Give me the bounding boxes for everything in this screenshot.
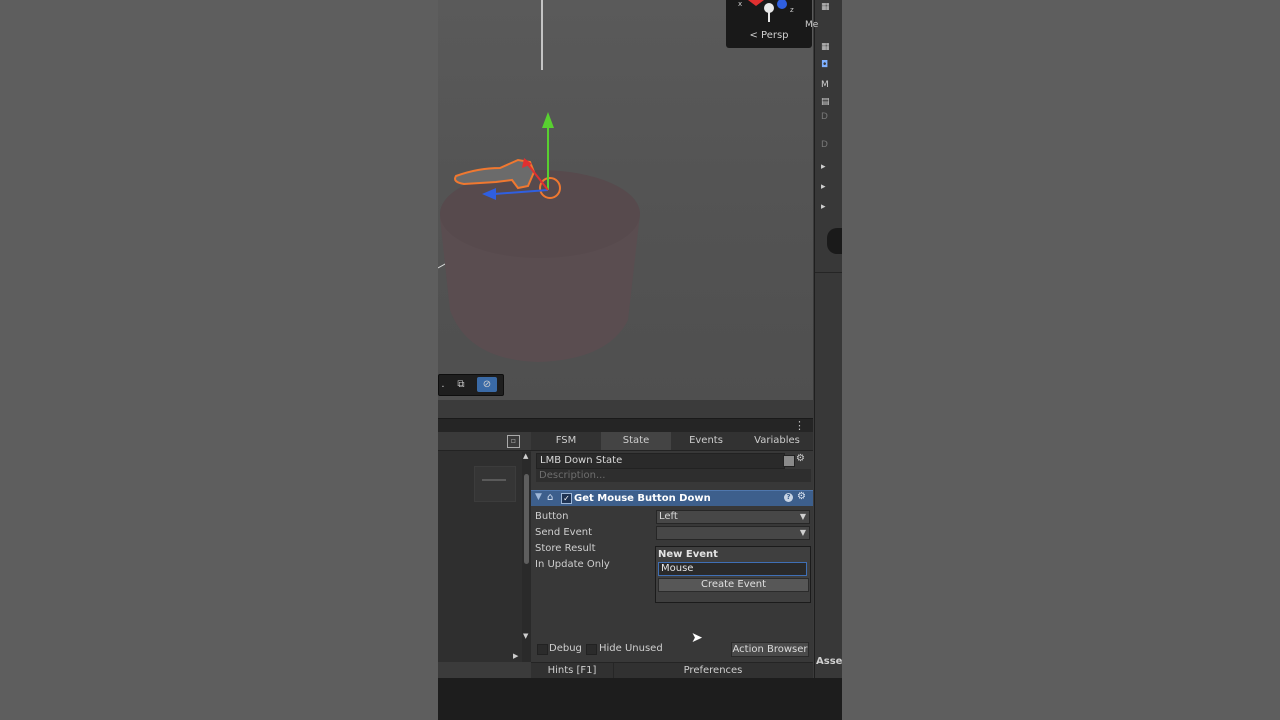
compass-tool-icon[interactable]: ⊘ bbox=[477, 377, 497, 392]
scroll-up-icon[interactable]: ▲ bbox=[523, 452, 528, 460]
chevron-down-icon: ▼ bbox=[799, 528, 806, 537]
action-enabled-checkbox[interactable]: ✓ bbox=[561, 493, 572, 504]
assets-tab-label[interactable]: Asse bbox=[816, 656, 842, 667]
scene-viewport[interactable] bbox=[438, 0, 813, 400]
action-browser-button[interactable]: Action Browser bbox=[731, 642, 809, 657]
scroll-down-icon[interactable]: ▼ bbox=[523, 632, 528, 640]
tab-fsm[interactable]: FSM bbox=[531, 432, 601, 450]
button-dropdown[interactable]: Left ▼ bbox=[656, 510, 810, 524]
foldout-arrow-icon[interactable]: ▸ bbox=[821, 182, 842, 196]
strip-label-1: M bbox=[821, 80, 829, 90]
kebab-menu-icon[interactable]: ⋮ bbox=[794, 419, 805, 432]
strip-divider bbox=[815, 272, 842, 273]
in-update-only-label: In Update Only bbox=[535, 559, 610, 570]
playmaker-state-panel: FSM State Events Variables LMB Down Stat… bbox=[531, 432, 813, 662]
bottom-options-row: Debug Hide Unused Action Browser bbox=[531, 642, 813, 660]
gear-icon[interactable]: ⚙ bbox=[796, 453, 805, 464]
state-color-swatch[interactable] bbox=[783, 455, 795, 467]
scene-view[interactable]: x z < Persp . ⧉ ⊘ bbox=[438, 0, 813, 400]
foldout-arrow-icon[interactable]: ▸ bbox=[821, 202, 842, 216]
tab-variables[interactable]: Variables bbox=[741, 432, 813, 450]
orientation-gizmo[interactable]: x z < Persp bbox=[726, 0, 812, 48]
gear-icon[interactable]: ⚙ bbox=[797, 491, 806, 502]
hide-unused-label: Hide Unused bbox=[599, 643, 663, 654]
strip-label-3: D bbox=[821, 140, 828, 150]
scrollbar-thumb[interactable] bbox=[524, 474, 529, 564]
tab-state[interactable]: State bbox=[601, 432, 671, 450]
chevron-down-icon: ▼ bbox=[799, 512, 806, 521]
inspector-strip: ▦ Me ▦ ◘ M ▤ D D ▸ ▸ ▸ bbox=[805, 0, 842, 680]
strip-label-0: Me bbox=[805, 20, 819, 30]
tab-events[interactable]: Events bbox=[671, 432, 741, 450]
debug-label: Debug bbox=[549, 643, 582, 654]
popup-title: New Event bbox=[658, 549, 718, 560]
send-event-dropdown[interactable]: ▼ bbox=[656, 526, 810, 540]
panel-header: ⋮ bbox=[438, 418, 813, 433]
component-icon[interactable]: ◘ bbox=[821, 60, 842, 74]
state-name-field[interactable]: LMB Down State bbox=[536, 453, 785, 469]
graph-toolbar: ▫ bbox=[438, 432, 531, 451]
create-event-button[interactable]: Create Event bbox=[658, 578, 809, 592]
help-icon[interactable]: ? bbox=[784, 493, 793, 502]
svg-text:x: x bbox=[738, 0, 742, 8]
send-event-label: Send Event bbox=[535, 527, 593, 538]
editor-footer bbox=[438, 678, 842, 720]
grid-icon[interactable]: ▦ bbox=[821, 2, 842, 16]
tab-bar: FSM State Events Variables bbox=[531, 432, 813, 451]
hints-bar: Hints [F1] Preferences bbox=[531, 662, 813, 679]
left-letterbox bbox=[0, 0, 438, 720]
new-event-popup: New Event Mouse Create Event bbox=[655, 546, 811, 603]
graph-scrollbar[interactable]: ▲ ▼ bbox=[522, 452, 531, 662]
foldout-arrow-icon[interactable]: ▼ bbox=[535, 492, 542, 502]
svg-text:z: z bbox=[790, 6, 794, 14]
graph-state-node[interactable] bbox=[474, 466, 516, 502]
right-letterbox bbox=[842, 0, 1280, 720]
hide-unused-checkbox[interactable] bbox=[586, 644, 597, 655]
camera-tool-icon[interactable]: ⧉ bbox=[451, 377, 471, 392]
y-axis-arrow bbox=[542, 112, 554, 128]
file-icon: ▤ bbox=[821, 97, 830, 107]
foldout-arrow-icon[interactable]: ▸ bbox=[821, 162, 842, 176]
persp-label[interactable]: < Persp bbox=[726, 30, 812, 41]
debug-checkbox[interactable] bbox=[537, 644, 548, 655]
graph-settings-icon[interactable]: ▫ bbox=[507, 435, 520, 448]
mouse-icon: ⌂ bbox=[547, 492, 554, 503]
hints-button[interactable]: Hints [F1] bbox=[531, 663, 614, 679]
strip-label-2: D bbox=[821, 112, 828, 122]
fsm-graph-view[interactable]: ▫ ▲ ▼ ▶ bbox=[438, 432, 531, 662]
scene-overlay-toolbar: . ⧉ ⊘ bbox=[438, 374, 504, 396]
description-field[interactable]: Description... bbox=[536, 469, 811, 482]
axis-gizmo-icon[interactable]: x z bbox=[726, 0, 812, 28]
new-event-input[interactable]: Mouse bbox=[658, 562, 807, 576]
unity-editor: x z < Persp . ⧉ ⊘ ▦ Me ▦ ◘ M ▤ D D ▸ ▸ ▸… bbox=[438, 0, 842, 720]
store-result-label: Store Result bbox=[535, 543, 596, 554]
button-label: Button bbox=[535, 511, 569, 522]
action-header[interactable]: ▼ ⌂ ✓ Get Mouse Button Down ? ⚙ bbox=[531, 490, 813, 506]
preferences-button[interactable]: Preferences bbox=[613, 663, 813, 679]
action-title: Get Mouse Button Down bbox=[574, 493, 711, 504]
material-preview-icon[interactable] bbox=[827, 228, 842, 254]
scroll-right-icon[interactable]: ▶ bbox=[513, 652, 518, 660]
grid-icon-2[interactable]: ▦ bbox=[821, 42, 842, 56]
button-value: Left bbox=[659, 511, 678, 522]
